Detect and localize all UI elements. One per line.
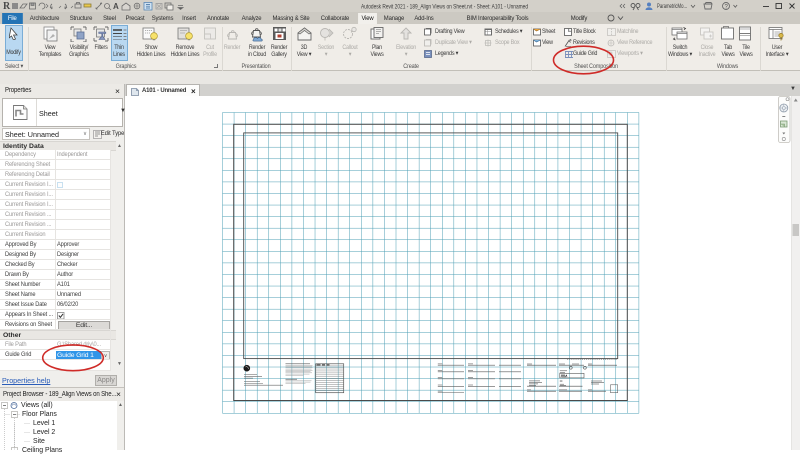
svg-text:R: R (3, 1, 11, 12)
svg-text:ParametricMo...: ParametricMo... (657, 3, 687, 10)
svg-text:Autodesk Revit 2021 - 189_Alig: Autodesk Revit 2021 - 189_Align Views on… (361, 4, 528, 11)
svg-text:?: ? (725, 5, 729, 11)
svg-text:A: A (113, 2, 119, 11)
